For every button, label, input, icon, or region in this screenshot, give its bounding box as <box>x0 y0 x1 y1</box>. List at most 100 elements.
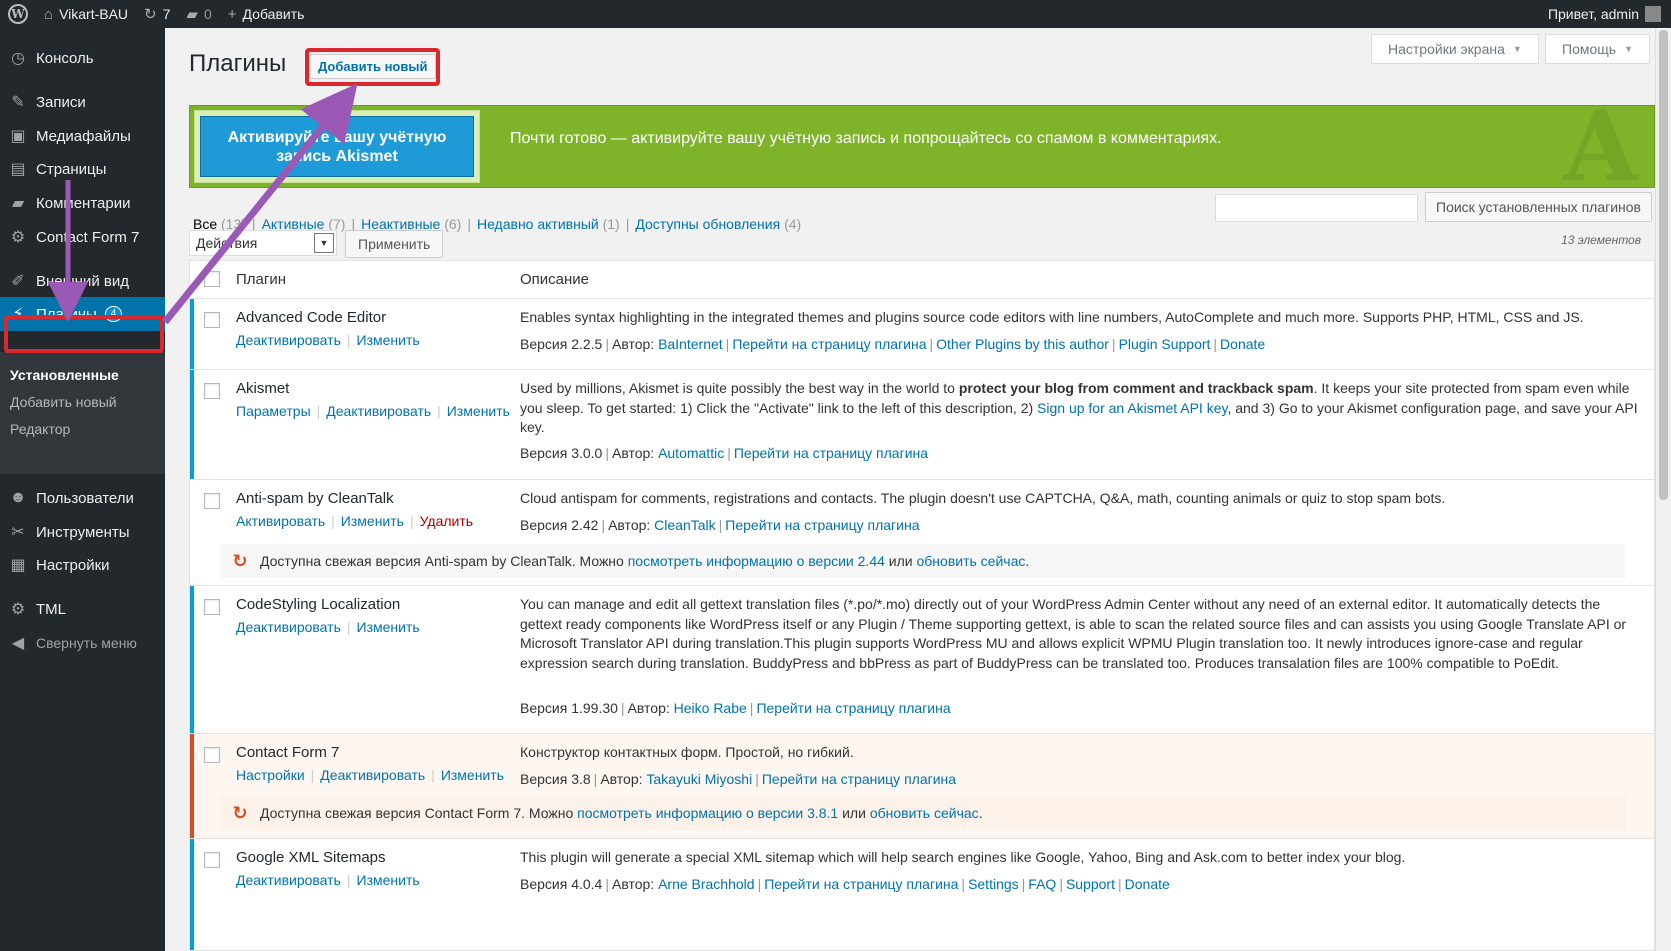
submenu-installed[interactable]: Установленные <box>10 367 119 383</box>
plugin-support-link[interactable]: Plugin Support <box>1119 336 1211 352</box>
wrench-icon: ✂ <box>11 524 25 541</box>
settings-link[interactable]: Параметры <box>236 403 311 419</box>
media-icon: ▣ <box>10 128 26 145</box>
plugin-name: CodeStyling Localization <box>236 596 401 613</box>
home-icon: ⌂ <box>44 5 54 23</box>
separator: | <box>1021 876 1026 892</box>
donate-link[interactable]: Donate <box>1125 876 1170 892</box>
admin-sidebar: ◷ Консоль ✎ Записи ▣ Медиафайлы ▤ Страницы ▰… <box>0 28 165 951</box>
screen-options-button[interactable]: Настройки экрана ▼ <box>1371 34 1539 64</box>
edit-link[interactable]: Изменить <box>341 513 404 529</box>
plugin-search-input[interactable] <box>1215 194 1418 222</box>
deactivate-link[interactable]: Деактивировать <box>236 619 341 635</box>
bulk-actions-select[interactable]: Действия ▼ <box>189 230 337 256</box>
sidebar-item-users[interactable]: ☻ Пользователи <box>0 481 165 515</box>
submenu-editor[interactable]: Редактор <box>10 421 70 437</box>
separator: | <box>331 513 335 529</box>
other-plugins-link[interactable]: Other Plugins by this author <box>936 336 1109 352</box>
column-header-description: Описание <box>520 271 590 288</box>
delete-link[interactable]: Удалить <box>420 513 473 529</box>
filter-count: (6) <box>444 216 462 232</box>
separator: | <box>757 876 762 892</box>
new-content-link[interactable]: + Добавить <box>220 0 313 28</box>
sidebar-item-label: Пользователи <box>36 489 134 507</box>
author-link[interactable]: Heiko Rabe <box>674 700 747 716</box>
row-checkbox[interactable] <box>204 312 220 328</box>
author-link[interactable]: BaInternet <box>658 336 723 352</box>
deactivate-link[interactable]: Деактивировать <box>320 767 425 783</box>
help-button[interactable]: Помощь ▼ <box>1545 34 1650 64</box>
select-all-checkbox[interactable] <box>204 271 220 287</box>
sidebar-item-contact-form-7[interactable]: ⚙ Contact Form 7 <box>0 220 165 254</box>
plugin-page-link[interactable]: Перейти на страницу плагина <box>725 517 919 533</box>
edit-link[interactable]: Изменить <box>447 403 510 419</box>
akismet-signup-link[interactable]: Sign up for an Akismet API key <box>1037 400 1227 416</box>
search-plugins-button[interactable]: Поиск установленных плагинов <box>1425 192 1652 222</box>
edit-link[interactable]: Изменить <box>441 767 504 783</box>
description-bold: protect your blog from comment and track… <box>958 380 1314 396</box>
filter-recent[interactable]: Недавно активный (1) <box>477 216 620 232</box>
sidebar-item-appearance[interactable]: ✐ Внешний вид <box>0 264 165 298</box>
plugin-page-link[interactable]: Перейти на страницу плагина <box>762 771 956 787</box>
sidebar-item-settings[interactable]: ▦ Настройки <box>0 548 165 582</box>
donate-link[interactable]: Donate <box>1220 336 1265 352</box>
row-checkbox[interactable] <box>204 747 220 763</box>
support-link[interactable]: Support <box>1066 876 1115 892</box>
submenu-add-new[interactable]: Добавить новый <box>10 394 117 410</box>
update-now-link[interactable]: обновить сейчас <box>870 805 979 821</box>
my-account-link[interactable]: Привет, admin <box>1548 0 1661 28</box>
edit-link[interactable]: Изменить <box>357 332 420 348</box>
edit-link[interactable]: Изменить <box>357 872 420 888</box>
sidebar-item-media[interactable]: ▣ Медиафайлы <box>0 119 165 153</box>
filter-updates[interactable]: Доступны обновления (4) <box>635 216 801 232</box>
author-link[interactable]: Takayuki Miyoshi <box>646 771 752 787</box>
author-link[interactable]: Arne Brachhold <box>658 876 755 892</box>
sidebar-item-pages[interactable]: ▤ Страницы <box>0 152 165 186</box>
apply-button[interactable]: Применить <box>345 230 444 258</box>
author-label: Автор: <box>627 700 670 716</box>
column-header-plugin[interactable]: Плагин <box>236 271 286 288</box>
collapse-menu-button[interactable]: ◀ Свернуть меню <box>0 626 165 660</box>
page-scrollbar[interactable] <box>1655 28 1671 951</box>
plugin-version: Версия 2.2.5 <box>520 336 603 352</box>
row-checkbox[interactable] <box>204 493 220 509</box>
updates-link[interactable]: ↻ 7 <box>136 0 178 28</box>
activate-link[interactable]: Активировать <box>236 513 325 529</box>
sidebar-item-plugins[interactable]: ⚡ Плагины 4 <box>0 297 165 331</box>
akismet-activation-banner: Активируйте вашу учётную запись Akismet … <box>189 105 1655 188</box>
sidebar-item-tml[interactable]: ⚙ TML <box>0 592 165 626</box>
deactivate-link[interactable]: Деактивировать <box>326 403 431 419</box>
update-now-link[interactable]: обновить сейчас <box>917 553 1026 569</box>
plugin-page-link[interactable]: Перейти на страницу плагина <box>734 445 928 461</box>
view-version-details-link[interactable]: посмотреть информацию о версии 3.8.1 <box>577 805 838 821</box>
bulk-actions-selected: Действия <box>196 235 258 251</box>
settings-link[interactable]: Settings <box>968 876 1019 892</box>
wp-logo-menu[interactable]: W <box>0 0 36 28</box>
sidebar-item-dashboard[interactable]: ◷ Консоль <box>0 41 165 75</box>
row-checkbox[interactable] <box>204 599 220 615</box>
row-checkbox[interactable] <box>204 852 220 868</box>
update-text-pre: Доступна свежая версия Contact Form 7. М… <box>260 805 578 821</box>
site-name-link[interactable]: ⌂ Vikart-BAU <box>36 0 136 28</box>
deactivate-link[interactable]: Деактивировать <box>236 332 341 348</box>
sidebar-item-comments[interactable]: ▰ Комментарии <box>0 186 165 220</box>
plugin-page-link[interactable]: Перейти на страницу плагина <box>756 700 950 716</box>
sidebar-item-posts[interactable]: ✎ Записи <box>0 85 165 119</box>
row-checkbox[interactable] <box>204 383 220 399</box>
comments-link[interactable]: ▰ 0 <box>178 0 219 28</box>
sidebar-item-tools[interactable]: ✂ Инструменты <box>0 515 165 549</box>
view-version-details-link[interactable]: посмотреть информацию о версии 2.44 <box>628 553 885 569</box>
edit-link[interactable]: Изменить <box>357 619 420 635</box>
author-link[interactable]: Automattic <box>658 445 724 461</box>
plugin-page-link[interactable]: Перейти на страницу плагина <box>764 876 958 892</box>
akismet-activate-button[interactable]: Активируйте вашу учётную запись Akismet <box>200 116 474 177</box>
separator: | <box>593 771 598 787</box>
plugin-page-link[interactable]: Перейти на страницу плагина <box>732 336 926 352</box>
deactivate-link[interactable]: Деактивировать <box>236 872 341 888</box>
settings-link[interactable]: Настройки <box>236 767 305 783</box>
separator: | <box>437 403 441 419</box>
faq-link[interactable]: FAQ <box>1028 876 1056 892</box>
scrollbar-thumb[interactable] <box>1659 30 1668 500</box>
add-new-button[interactable]: Добавить новый <box>309 54 437 79</box>
author-link[interactable]: CleanTalk <box>654 517 715 533</box>
